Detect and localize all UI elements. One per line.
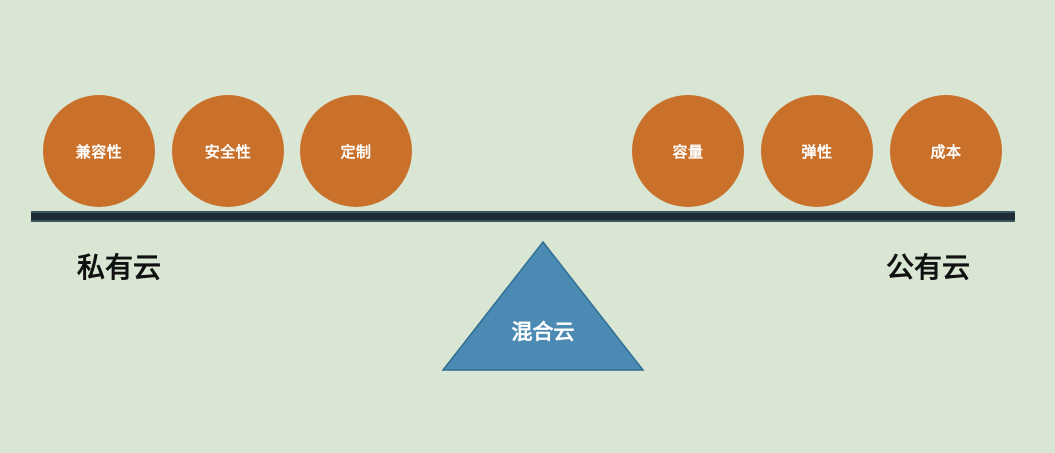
ball-label: 安全性 <box>204 142 252 161</box>
private-cloud-label: 私有云 <box>77 251 162 284</box>
public-cloud-label: 公有云 <box>886 251 971 284</box>
ball-label: 弹性 <box>801 142 833 161</box>
ball-label: 定制 <box>340 142 372 161</box>
ball-customization: 定制 <box>300 95 412 207</box>
ball-cost: 成本 <box>890 95 1002 207</box>
fulcrum-triangle <box>441 240 645 371</box>
ball-label: 容量 <box>672 142 704 161</box>
ball-capacity: 容量 <box>632 95 744 207</box>
ball-label: 兼容性 <box>75 142 123 161</box>
ball-label: 成本 <box>930 142 962 161</box>
ball-elasticity: 弹性 <box>761 95 873 207</box>
hybrid-cloud-label: 混合云 <box>511 320 575 344</box>
fulcrum-shape <box>441 240 645 371</box>
balance-beam <box>31 211 1015 222</box>
balance-diagram: 兼容性 安全性 定制 容量 弹性 成本 私有云 公有云 混合云 <box>0 0 1055 453</box>
ball-compatibility: 兼容性 <box>43 95 155 207</box>
ball-security: 安全性 <box>172 95 284 207</box>
